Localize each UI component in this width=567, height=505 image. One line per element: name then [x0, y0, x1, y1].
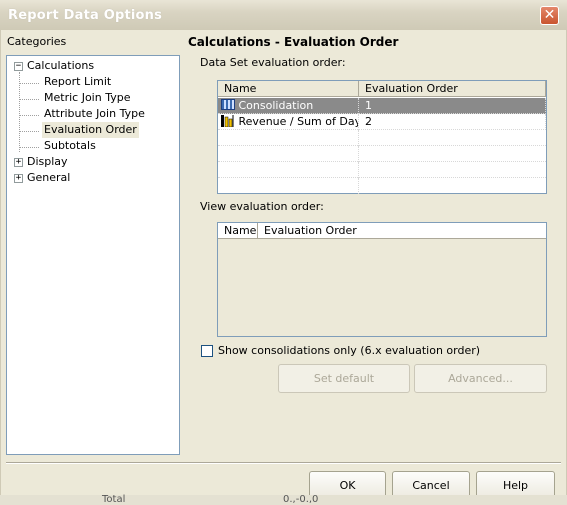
row-name: Revenue / Sum of Days [238, 115, 359, 128]
empty-cell [218, 178, 359, 194]
row-order: 2 [359, 114, 546, 130]
expand-icon[interactable]: + [14, 174, 23, 183]
tree-connector [19, 131, 39, 132]
expand-icon[interactable]: + [14, 158, 23, 167]
empty-row [218, 162, 546, 178]
row-name-cell: Revenue / Sum of Days [218, 114, 359, 130]
tree-connector [19, 147, 39, 148]
dataset-order-grid[interactable]: Name Evaluation Order Consolidation 1 Re… [217, 80, 547, 194]
column-header-name[interactable]: Name [218, 223, 258, 239]
empty-cell [218, 162, 359, 178]
column-header-name[interactable]: Name [218, 81, 359, 97]
close-button[interactable]: ✕ [540, 6, 559, 25]
row-order: 1 [359, 98, 546, 114]
categories-tree[interactable]: − Calculations Report Limit Metric Join … [6, 55, 180, 455]
tree-node-display[interactable]: Display [27, 154, 68, 170]
collapse-icon[interactable]: − [14, 62, 23, 71]
view-order-label: View evaluation order: [200, 200, 324, 213]
column-header-evaluation-order[interactable]: Evaluation Order [258, 223, 546, 239]
tree-node-attribute-join-type[interactable]: Attribute Join Type [44, 106, 145, 122]
empty-row [218, 130, 546, 146]
row-name-cell: Consolidation [218, 98, 359, 114]
footer-separator [6, 462, 561, 464]
categories-label: Categories [7, 35, 67, 48]
consolidations-only-checkbox[interactable] [201, 345, 213, 357]
table-row[interactable]: Revenue / Sum of Days 2 [218, 114, 546, 130]
empty-row [218, 178, 546, 194]
table-row[interactable]: Consolidation 1 [218, 98, 546, 114]
dataset-order-label: Data Set evaluation order: [200, 56, 346, 69]
tree-node-report-limit[interactable]: Report Limit [44, 74, 111, 90]
consolidation-icon [221, 99, 235, 110]
consolidations-only-label[interactable]: Show consolidations only (6.x evaluation… [218, 344, 480, 357]
column-header-evaluation-order[interactable]: Evaluation Order [359, 81, 546, 97]
grid-header: Name Evaluation Order [218, 223, 546, 239]
tree-node-evaluation-order[interactable]: Evaluation Order [42, 122, 139, 138]
close-icon: ✕ [543, 7, 556, 23]
tree-connector [19, 99, 39, 100]
empty-cell [218, 146, 359, 162]
advanced-button[interactable]: Advanced... [414, 364, 547, 393]
empty-row [218, 146, 546, 162]
background-number-text: 0.,-0.,0 [283, 494, 319, 505]
tree-connector [19, 72, 20, 152]
panel-title: Calculations - Evaluation Order [188, 35, 399, 49]
background-total-text: Total [102, 494, 126, 505]
empty-cell [218, 130, 359, 146]
tree-node-general[interactable]: General [27, 170, 70, 186]
tree-node-calculations[interactable]: Calculations [27, 58, 94, 74]
tree-node-metric-join-type[interactable]: Metric Join Type [44, 90, 130, 106]
grid-header: Name Evaluation Order [218, 81, 546, 97]
window-title: Report Data Options [8, 8, 163, 23]
metric-icon [221, 115, 235, 128]
set-default-button[interactable]: Set default [278, 364, 410, 393]
tree-connector [19, 83, 39, 84]
view-order-grid[interactable]: Name Evaluation Order [217, 222, 547, 337]
tree-node-subtotals[interactable]: Subtotals [44, 138, 96, 154]
row-name: Consolidation [238, 99, 314, 112]
tree-connector [19, 115, 39, 116]
